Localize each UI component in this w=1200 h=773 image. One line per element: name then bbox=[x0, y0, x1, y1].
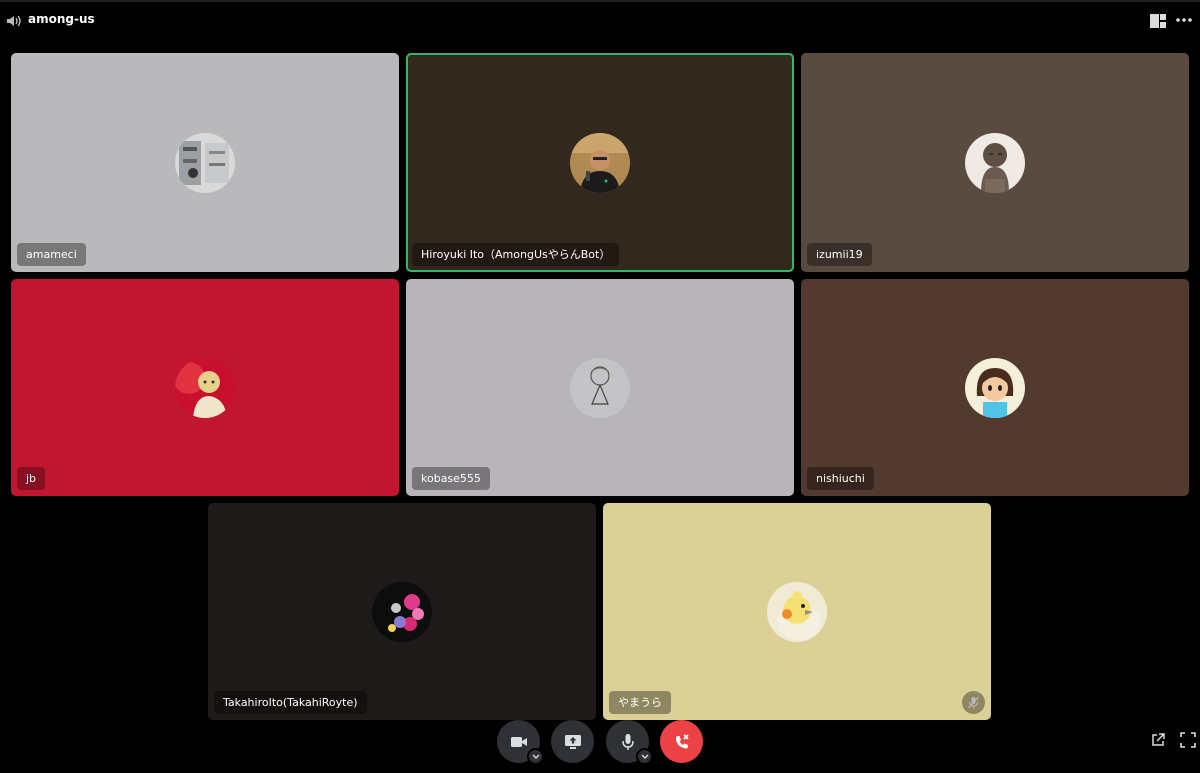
disconnect-icon bbox=[675, 733, 689, 748]
camera-icon bbox=[510, 736, 527, 747]
avatar bbox=[175, 132, 235, 193]
popout-icon[interactable] bbox=[1150, 732, 1166, 748]
participant-tile[interactable]: TakahiroIto(TakahiRoyte) bbox=[208, 503, 596, 720]
participant-tile[interactable]: jb bbox=[11, 279, 399, 496]
channel-name: among-us bbox=[28, 12, 95, 26]
participant-name: amameci bbox=[17, 243, 86, 266]
avatar bbox=[965, 357, 1025, 418]
microphone-button[interactable] bbox=[606, 720, 653, 765]
participant-name: nishiuchi bbox=[807, 467, 874, 490]
avatar bbox=[372, 581, 432, 642]
participant-tile[interactable]: Hiroyuki Ito（AmongUsやらんBot） bbox=[406, 53, 794, 272]
microphone-icon bbox=[621, 733, 634, 750]
mic-muted-icon bbox=[962, 691, 985, 714]
avatar bbox=[767, 581, 827, 642]
camera-button[interactable] bbox=[497, 720, 544, 765]
participant-name: TakahiroIto(TakahiRoyte) bbox=[214, 691, 367, 714]
participant-name: kobase555 bbox=[412, 467, 490, 490]
participant-tile[interactable]: nishiuchi bbox=[801, 279, 1189, 496]
grid-layout-icon[interactable] bbox=[1150, 13, 1166, 28]
participant-name: Hiroyuki Ito（AmongUsやらんBot） bbox=[412, 243, 620, 266]
screen-share-button[interactable] bbox=[551, 720, 594, 763]
participant-tile[interactable]: やまうら bbox=[603, 503, 991, 720]
more-options-icon[interactable] bbox=[1175, 12, 1193, 26]
speaker-icon bbox=[6, 13, 22, 27]
avatar bbox=[570, 357, 630, 418]
camera-options-chevron-icon[interactable] bbox=[527, 748, 544, 765]
screen-share-icon bbox=[564, 734, 581, 749]
microphone-options-chevron-icon[interactable] bbox=[636, 748, 653, 765]
participant-tile[interactable]: izumii19 bbox=[801, 53, 1189, 272]
avatar bbox=[570, 132, 630, 193]
participant-name: やまうら bbox=[609, 691, 671, 714]
participant-tile[interactable]: kobase555 bbox=[406, 279, 794, 496]
participant-name: jb bbox=[17, 467, 46, 490]
call-header: among-us bbox=[0, 0, 1200, 36]
disconnect-button[interactable] bbox=[660, 720, 703, 763]
participant-tile[interactable]: amameci bbox=[11, 53, 399, 272]
fullscreen-icon[interactable] bbox=[1180, 732, 1196, 748]
avatar bbox=[965, 132, 1025, 193]
call-controls bbox=[0, 718, 1200, 766]
avatar bbox=[175, 357, 235, 418]
participant-name: izumii19 bbox=[807, 243, 872, 266]
